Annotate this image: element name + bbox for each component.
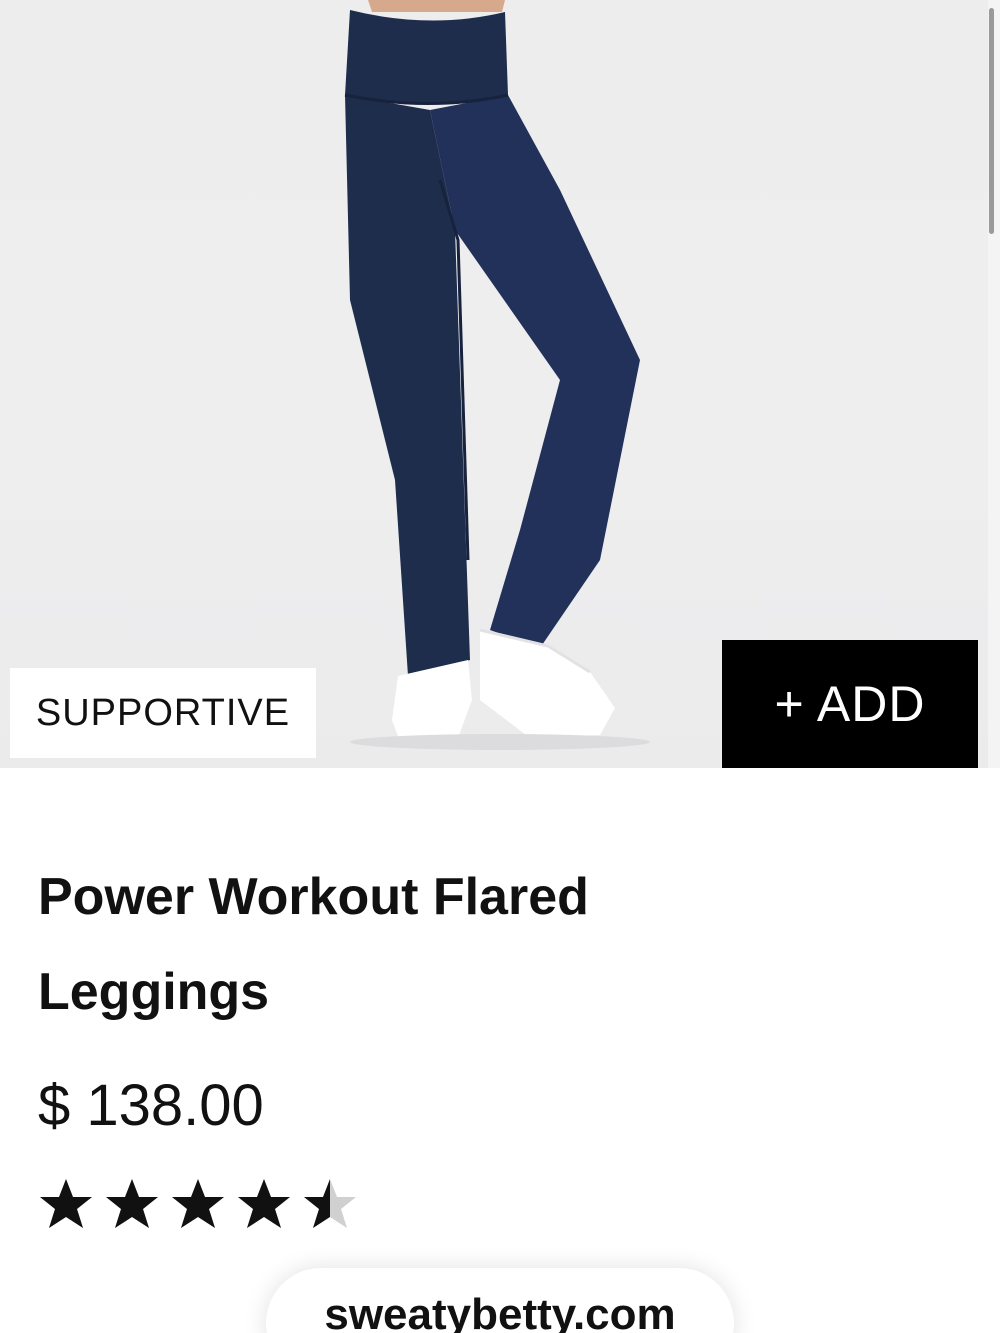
star-rating[interactable] — [38, 1176, 358, 1232]
star-icon — [104, 1176, 160, 1232]
scrollbar-thumb[interactable] — [989, 8, 994, 234]
product-price: $ 138.00 — [38, 1073, 264, 1138]
product-image[interactable]: SUPPORTIVE + ADD — [0, 0, 988, 768]
add-to-bag-button[interactable]: + ADD — [722, 640, 978, 768]
url-text: sweatybetty.com — [324, 1290, 676, 1333]
star-icon — [236, 1176, 292, 1232]
product-card: SUPPORTIVE + ADD Power Workout Flared Le… — [0, 0, 1000, 1333]
feature-badge: SUPPORTIVE — [10, 668, 316, 758]
address-bar[interactable]: sweatybetty.com — [266, 1268, 734, 1333]
product-title[interactable]: Power Workout Flared Leggings — [38, 850, 758, 1040]
star-icon — [38, 1176, 94, 1232]
star-half-icon — [302, 1176, 358, 1232]
star-icon — [170, 1176, 226, 1232]
